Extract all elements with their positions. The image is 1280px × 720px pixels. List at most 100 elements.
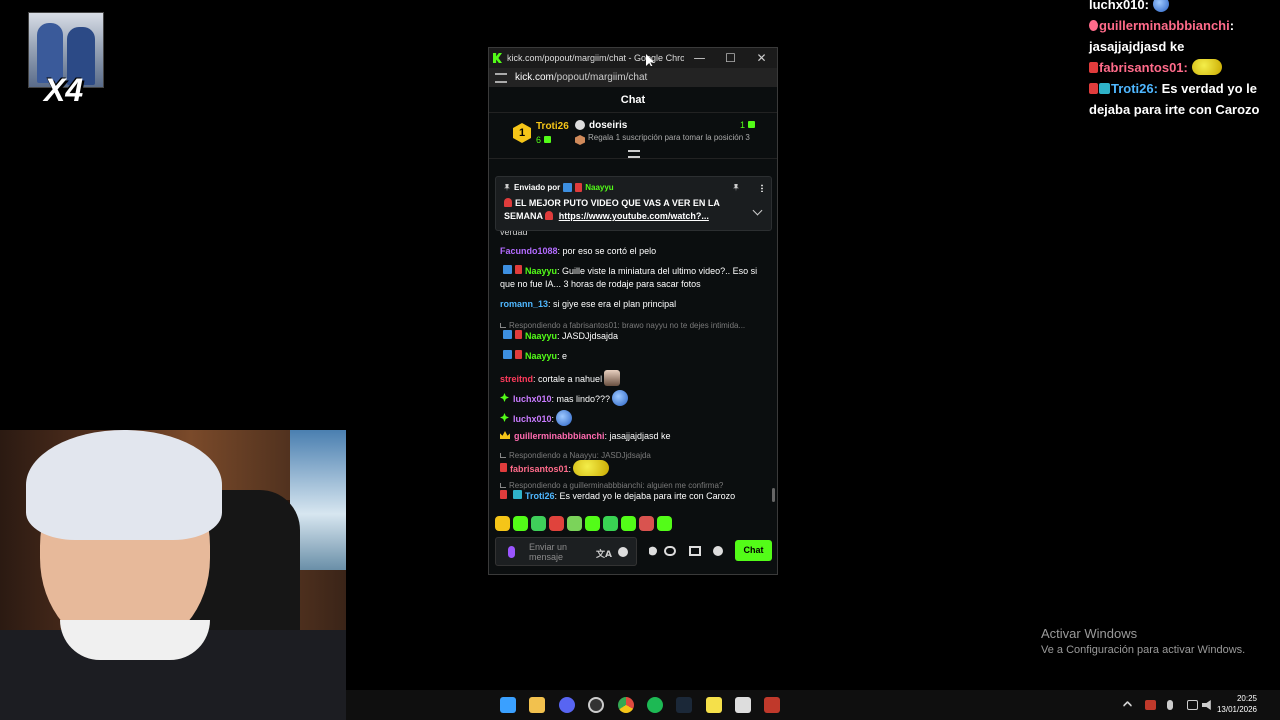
collapse-icon[interactable]	[628, 150, 640, 158]
webcam-feed	[0, 430, 346, 720]
steam-icon[interactable]	[676, 697, 692, 713]
overlay-chat: luchx010: guillerminabbbianchi: jasajjaj…	[1089, 0, 1280, 120]
microphone-icon[interactable]	[508, 546, 515, 558]
overlay-chat-line: Troti26: Es verdad yo le	[1089, 78, 1280, 99]
emote-button[interactable]	[549, 516, 564, 531]
chat-username[interactable]: Naayyu	[525, 266, 557, 276]
chat-username[interactable]: Troti26	[525, 491, 555, 501]
chat-messages: verdad Facundo1088: por eso se cortó el …	[489, 224, 777, 512]
tray-app-icon[interactable]	[1145, 700, 1156, 710]
close-button[interactable]: ✕	[746, 48, 777, 68]
clock-time: 20:25	[1236, 694, 1257, 703]
chat-message: romann_13: si giye ese era el plan princ…	[500, 299, 677, 309]
chat-username[interactable]: Facundo1088	[500, 246, 558, 256]
file-explorer-icon[interactable]	[529, 697, 545, 713]
gift-icon	[748, 121, 755, 128]
more-options-icon[interactable]	[761, 183, 763, 192]
message-input[interactable]: Enviar un mensaje 文A	[495, 537, 637, 566]
obs-icon[interactable]	[588, 697, 604, 713]
address-bar[interactable]: kick.com/popout/margiim/chat	[489, 68, 777, 87]
microphone-tray-icon[interactable]	[1167, 700, 1173, 710]
app-icon[interactable]	[735, 697, 751, 713]
maximize-button[interactable]: ☐	[715, 48, 746, 68]
chevron-down-icon[interactable]	[752, 205, 763, 216]
overlay-chat-user: Troti26:	[1111, 81, 1158, 96]
chat-username[interactable]: romann_13	[500, 299, 548, 309]
send-chat-button[interactable]: Chat	[735, 540, 772, 561]
leaderboard-second-name[interactable]: doseiris	[589, 120, 627, 131]
chat-username[interactable]: streitnd	[500, 374, 533, 384]
pinned-by-label: Enviado por	[514, 183, 561, 192]
globe-emote-icon	[1152, 0, 1169, 12]
emote-button[interactable]	[495, 516, 510, 531]
voicemeeter-icon[interactable]	[764, 697, 780, 713]
unpin-icon[interactable]	[733, 183, 739, 192]
chat-username[interactable]: Naayyu	[525, 351, 557, 361]
emote-button[interactable]	[567, 516, 582, 531]
red-badge-icon	[515, 330, 522, 339]
chat-scrollbar[interactable]	[772, 488, 775, 502]
emote-button[interactable]	[603, 516, 618, 531]
emote-button[interactable]	[639, 516, 654, 531]
users-icon[interactable]	[649, 546, 658, 556]
clock-date: 13/01/2026	[1216, 705, 1257, 714]
pinned-user[interactable]: Naayyu	[585, 183, 613, 192]
window-titlebar[interactable]: kick.com/popout/margiim/chat - Google Ch…	[489, 48, 777, 68]
emote-button[interactable]	[657, 516, 672, 531]
gear-icon[interactable]	[713, 546, 723, 556]
site-info-icon[interactable]	[495, 72, 507, 83]
chat-username[interactable]: fabrisantos01	[510, 464, 569, 474]
chat-username[interactable]: luchx010	[513, 414, 552, 424]
activate-subtitle: Ve a Configuración para activar Windows.	[1041, 644, 1246, 656]
chrome-icon[interactable]	[618, 697, 634, 713]
emote-button[interactable]	[531, 516, 546, 531]
rank-badge: 1	[513, 123, 531, 143]
translate-icon[interactable]: 文A	[596, 547, 612, 560]
overlay-chat-user: luchx010:	[1089, 0, 1149, 12]
star-badge-icon	[500, 393, 509, 402]
red-badge-icon	[1089, 62, 1098, 73]
sub-badge-icon	[513, 490, 522, 499]
overlay-chat-user: fabrisantos01:	[1099, 60, 1188, 75]
system-clock[interactable]: 20:25 13/01/2026	[1217, 693, 1257, 715]
minimize-button[interactable]: —	[684, 48, 715, 68]
red-badge-icon	[575, 183, 583, 192]
sticky-notes-icon[interactable]	[706, 697, 722, 713]
pinned-link[interactable]: https://www.youtube.com/watch?...	[559, 211, 709, 221]
globe-emote-icon	[612, 390, 629, 406]
emote-tray	[495, 516, 672, 531]
gift-leaderboard: 1 Troti26 6 doseiris 1 Regala 1 suscripc…	[489, 113, 777, 159]
rank-2-icon	[575, 120, 585, 130]
arrow-badge-icon	[503, 350, 512, 359]
chat-message: luchx010: mas lindo???	[500, 390, 768, 406]
overlay-chat-line: jasajjajdjasd ke	[1089, 36, 1280, 57]
chat-username[interactable]: luchx010	[513, 394, 552, 404]
kick-logo-icon	[493, 53, 502, 63]
overlay-chat-text: Es verdad yo le	[1157, 81, 1257, 96]
network-icon[interactable]	[1187, 700, 1198, 710]
store-icon[interactable]	[689, 546, 701, 556]
discord-icon[interactable]	[559, 697, 575, 713]
sub-badge-icon	[1099, 83, 1110, 94]
reply-icon	[500, 323, 506, 328]
chat-username[interactable]: guillerminabbbianchi	[514, 431, 605, 441]
windows-start-icon[interactable]	[500, 697, 516, 713]
emote-button[interactable]	[513, 516, 528, 531]
infinity-icon[interactable]	[664, 546, 676, 556]
chat-message: Naayyu: e	[500, 350, 768, 363]
red-badge-icon	[515, 350, 522, 359]
overlay-chat-text: :	[1229, 18, 1235, 33]
arrow-badge-icon	[503, 330, 512, 339]
pinned-message: Enviado por Naayyu EL MEJOR PUTO VIDEO Q…	[495, 176, 772, 231]
emote-button[interactable]	[621, 516, 636, 531]
emote-button[interactable]	[585, 516, 600, 531]
url-text[interactable]: kick.com/popout/margiim/chat	[515, 72, 647, 83]
volume-icon[interactable]	[1202, 700, 1211, 710]
gift-icon	[544, 136, 552, 143]
chat-username[interactable]: Naayyu	[525, 331, 557, 341]
chevron-up-icon[interactable]	[1122, 700, 1133, 711]
leaderboard-first-name[interactable]: Troti26	[536, 121, 569, 132]
emoji-icon[interactable]	[618, 547, 628, 557]
overlay-chat-line: guillerminabbbianchi:	[1089, 15, 1280, 36]
spotify-icon[interactable]	[647, 697, 663, 713]
